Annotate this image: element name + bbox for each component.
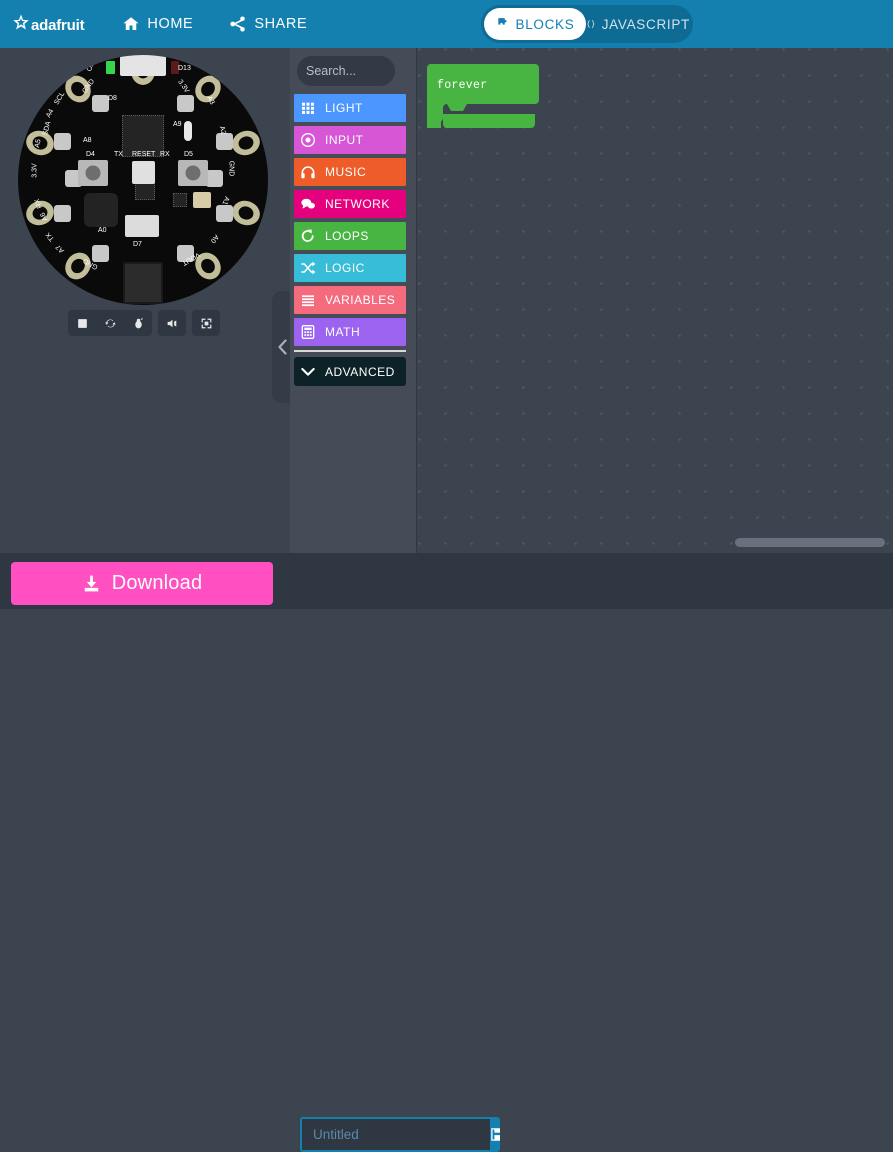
curly-braces-icon: [586, 17, 596, 31]
brand-label: adafruit: [31, 17, 84, 34]
category-variables[interactable]: VARIABLES: [294, 286, 406, 314]
category-music[interactable]: MUSIC: [294, 158, 406, 186]
chat-bubbles-icon: [300, 196, 316, 212]
category-advanced-label: ADVANCED: [325, 365, 395, 379]
category-input[interactable]: INPUT: [294, 126, 406, 154]
speaker-icon: [166, 317, 179, 330]
download-button[interactable]: Download: [11, 562, 273, 605]
stop-button[interactable]: [68, 310, 96, 336]
button-b[interactable]: [178, 160, 208, 186]
view-controls: [192, 310, 220, 336]
editor-mode-toggle: BLOCKS JAVASCRIPT: [481, 5, 693, 43]
category-variables-label: VARIABLES: [325, 293, 395, 307]
simulator-panel: ON D13 GND 3.3V SCL A3 A4 SDA A2 A5 3.3V…: [0, 48, 290, 553]
forever-block-shape: [423, 60, 541, 132]
block-forever[interactable]: forever: [423, 60, 541, 137]
restart-button[interactable]: [96, 310, 124, 336]
category-network[interactable]: NETWORK: [294, 190, 406, 218]
category-divider: [294, 350, 406, 352]
audio-controls: [158, 310, 186, 336]
share-button[interactable]: SHARE: [215, 0, 321, 48]
category-light[interactable]: LIGHT: [294, 94, 406, 122]
mute-button[interactable]: [158, 310, 186, 336]
category-input-label: INPUT: [325, 133, 364, 147]
expand-icon: [200, 317, 213, 330]
grid-icon: [300, 100, 316, 116]
headphones-icon: [300, 164, 316, 180]
category-logic-label: LOGIC: [325, 261, 365, 275]
stop-square-icon: [76, 317, 89, 330]
collapse-simulator-handle[interactable]: [272, 291, 292, 403]
lines-icon: [300, 292, 316, 308]
adafruit-star-logo: [10, 13, 32, 35]
blocks-workspace[interactable]: forever: [418, 48, 893, 553]
calculator-icon: [300, 324, 316, 340]
forever-block-label: forever: [437, 79, 487, 92]
loop-arrow-icon: [300, 228, 316, 244]
refresh-icon: [104, 317, 117, 330]
debug-button[interactable]: [124, 310, 152, 336]
simulator-controls: [68, 310, 220, 336]
category-music-label: MUSIC: [325, 165, 366, 179]
button-a[interactable]: [78, 160, 108, 186]
download-label: Download: [112, 572, 203, 595]
board-stage: ON D13 GND 3.3V SCL A3 A4 SDA A2 A5 3.3V…: [18, 55, 272, 309]
home-icon: [122, 15, 140, 33]
category-math[interactable]: MATH: [294, 318, 406, 346]
chevron-down-icon: [300, 364, 316, 380]
category-math-label: MATH: [325, 325, 360, 339]
workspace-scrollbar[interactable]: [418, 538, 893, 547]
playback-controls: [68, 310, 152, 336]
project-name-input[interactable]: [300, 1117, 490, 1152]
bug-icon: [132, 317, 145, 330]
category-network-label: NETWORK: [325, 197, 390, 211]
shuffle-icon: [300, 260, 316, 276]
save-project-button[interactable]: [490, 1117, 500, 1152]
chevron-left-icon: [277, 339, 288, 355]
floppy-disk-icon: [490, 1127, 500, 1142]
adafruit-logo[interactable]: adafruit: [10, 0, 84, 48]
bottom-toolbar: Download: [0, 553, 893, 609]
category-advanced[interactable]: ADVANCED: [294, 357, 406, 386]
circuit-playground-board[interactable]: ON D13 GND 3.3V SCL A3 A4 SDA A2 A5 3.3V…: [18, 55, 268, 305]
category-loops[interactable]: LOOPS: [294, 222, 406, 250]
toolbox-panel: LIGHT INPUT MUSIC: [290, 48, 417, 553]
app-header: adafruit HOME SHARE BLOCKS JAVASCRIPT: [0, 0, 893, 48]
puzzle-piece-icon: [496, 17, 510, 31]
category-logic[interactable]: LOGIC: [294, 254, 406, 282]
project-save-group: [300, 1117, 500, 1152]
home-button[interactable]: HOME: [108, 0, 207, 48]
share-nodes-icon: [229, 15, 247, 33]
tab-blocks-label: BLOCKS: [516, 17, 575, 32]
tab-blocks[interactable]: BLOCKS: [484, 8, 586, 40]
tab-javascript-label: JAVASCRIPT: [602, 17, 690, 32]
share-label: SHARE: [254, 16, 307, 32]
category-loops-label: LOOPS: [325, 229, 369, 243]
target-icon: [300, 132, 316, 148]
workspace-scroll-thumb[interactable]: [735, 538, 885, 547]
category-light-label: LIGHT: [325, 101, 363, 115]
download-icon: [82, 574, 101, 593]
home-label: HOME: [147, 16, 193, 32]
fullscreen-button[interactable]: [192, 310, 220, 336]
tab-javascript[interactable]: JAVASCRIPT: [586, 8, 690, 40]
category-list: LIGHT INPUT MUSIC: [294, 94, 406, 390]
search-box[interactable]: [297, 56, 395, 86]
